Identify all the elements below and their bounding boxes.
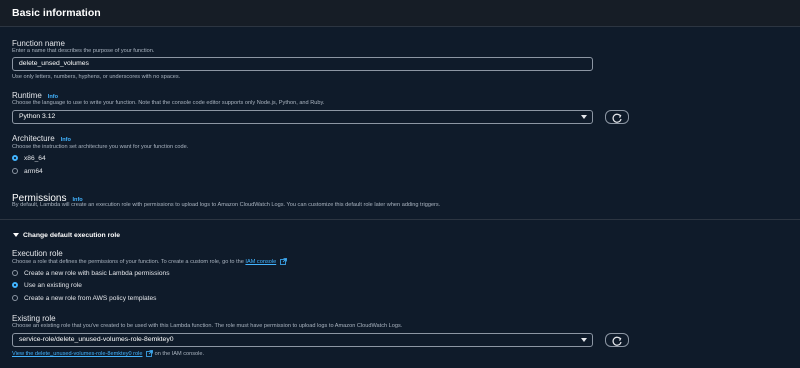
role-option-label: Use an existing role: [24, 281, 82, 289]
architecture-description: Choose the instruction set architecture …: [12, 144, 189, 150]
existing-role-selected-value: service-role/delete_unused-volumes-role-…: [19, 336, 174, 343]
role-option-use-existing[interactable]: Use an existing role: [12, 280, 82, 290]
role-option-label: Create a new role with basic Lambda perm…: [24, 269, 170, 277]
function-name-constraint: Use only letters, numbers, hyphens, or u…: [12, 74, 181, 80]
refresh-icon: [612, 336, 622, 346]
existing-role-select[interactable]: service-role/delete_unused-volumes-role-…: [12, 333, 593, 347]
architecture-option-x86[interactable]: x86_64: [12, 153, 46, 163]
role-option-create-basic[interactable]: Create a new role with basic Lambda perm…: [12, 268, 170, 278]
function-name-description: Enter a name that describes the purpose …: [12, 48, 155, 54]
divider: [0, 219, 800, 220]
existing-role-refresh-button[interactable]: [605, 333, 629, 347]
function-name-label: Function name: [12, 39, 65, 48]
execution-role-description-text: Choose a role that defines the permissio…: [12, 258, 244, 265]
basic-information-panel: Function name Enter a name that describe…: [0, 27, 800, 368]
existing-role-description: Choose an existing role that you've crea…: [12, 323, 403, 329]
architecture-option-arm64[interactable]: arm64: [12, 166, 43, 176]
role-option-label: Create a new role from AWS policy templa…: [24, 294, 157, 302]
caret-down-icon: [581, 338, 587, 342]
external-link-icon: [146, 350, 153, 357]
view-role-row: View the delete_unused-volumes-role-8emk…: [12, 350, 204, 357]
section-header: Basic information: [0, 0, 800, 27]
caret-down-icon: [581, 115, 587, 119]
function-name-input[interactable]: delete_unsed_volumes: [12, 57, 593, 71]
change-execution-role-expander[interactable]: Change default execution role: [12, 231, 120, 239]
runtime-selected-value: Python 3.12: [19, 113, 56, 120]
radio-unchecked[interactable]: [12, 270, 18, 276]
architecture-label-row: Architecture Info: [12, 134, 71, 143]
permissions-description: By default, Lambda will create an execut…: [12, 202, 441, 208]
runtime-label: Runtime: [12, 91, 42, 100]
runtime-label-row: Runtime Info: [12, 91, 58, 100]
architecture-option-label: x86_64: [24, 154, 46, 162]
radio-checked[interactable]: [12, 155, 18, 161]
radio-checked[interactable]: [12, 282, 18, 288]
triangle-down-icon: [13, 233, 19, 237]
refresh-icon: [612, 113, 622, 123]
expander-label: Change default execution role: [23, 231, 121, 239]
function-name-value: delete_unsed_volumes: [19, 60, 89, 67]
execution-role-description: Choose a role that defines the permissio…: [12, 258, 287, 265]
section-title: Basic information: [12, 7, 101, 19]
runtime-refresh-button[interactable]: [605, 110, 629, 124]
view-role-link[interactable]: View the delete_unused-volumes-role-8emk…: [12, 351, 143, 357]
view-role-suffix: on the IAM console.: [154, 350, 205, 357]
external-link-icon: [279, 258, 287, 265]
iam-console-link[interactable]: IAM console: [245, 259, 276, 265]
role-option-policy-templates[interactable]: Create a new role from AWS policy templa…: [12, 293, 156, 303]
radio-unchecked[interactable]: [12, 168, 18, 174]
radio-unchecked[interactable]: [12, 295, 18, 301]
runtime-select[interactable]: Python 3.12: [12, 110, 593, 124]
architecture-label: Architecture: [12, 134, 55, 143]
architecture-option-label: arm64: [24, 167, 43, 175]
execution-role-label: Execution role: [12, 249, 63, 258]
architecture-info-link[interactable]: Info: [61, 137, 71, 143]
runtime-description: Choose the language to use to write your…: [12, 100, 325, 106]
existing-role-label: Existing role: [12, 314, 56, 323]
